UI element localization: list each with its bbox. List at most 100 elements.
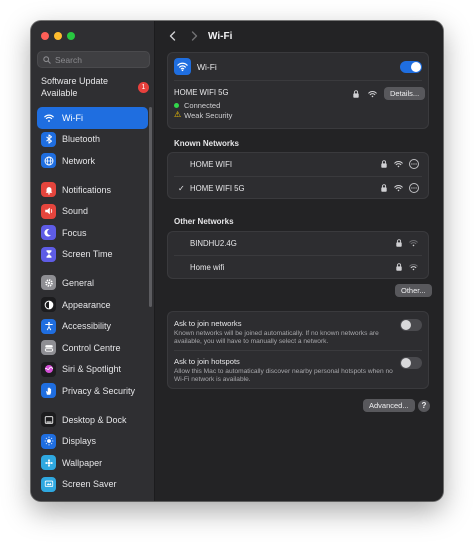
search-field[interactable] (37, 51, 150, 68)
siri-icon (41, 361, 56, 377)
sidebar: Software Update Available 1 Wi-Fi Bluetoo… (31, 21, 155, 501)
ask-join-hotspots-row: Ask to join hotspots Allow this Mac to a… (168, 351, 428, 389)
forward-button[interactable] (186, 28, 202, 44)
sidebar-item-label: Siri & Spotlight (62, 364, 122, 375)
sidebar-item-general[interactable]: General (37, 272, 148, 294)
sidebar-item-label: General (62, 277, 95, 288)
wifi-toggle-label: Wi-Fi (197, 61, 217, 72)
sidebar-item-label: Focus (62, 227, 87, 238)
current-network-row: HOME WIFI 5G Connected ⚠ Weak Security De… (168, 81, 428, 130)
sidebar-item-wallpaper[interactable]: Wallpaper (37, 452, 148, 474)
sidebar-item-label: Network (62, 155, 96, 166)
wifi-signal-icon (394, 160, 403, 168)
sidebar-item-label: Screen Time (62, 249, 113, 260)
settings-window: Software Update Available 1 Wi-Fi Bluetoo… (31, 21, 443, 501)
sidebar-item-screen-saver[interactable]: Screen Saver (37, 474, 148, 496)
known-network-row[interactable]: ✓ HOME WIFI 5G (168, 177, 428, 200)
window-controls (41, 32, 75, 40)
sidebar-item-label: Desktop & Dock (62, 414, 127, 425)
lock-icon (381, 184, 387, 192)
search-input[interactable] (55, 54, 145, 65)
sidebar-item-wi-fi[interactable]: Wi-Fi (37, 107, 148, 129)
ask-join-hotspots-title: Ask to join hotspots (174, 357, 240, 366)
sidebar-item-label: Control Centre (62, 342, 121, 353)
ask-join-networks-toggle[interactable] (400, 319, 422, 331)
sidebar-item-focus[interactable]: Focus (37, 222, 148, 244)
toolbar: Wi-Fi (155, 21, 443, 51)
security-warning-text: Weak Security (184, 110, 233, 120)
chevron-left-icon (169, 31, 175, 41)
ask-join-hotspots-toggle[interactable] (400, 357, 422, 369)
sidebar-item-accessibility[interactable]: Accessibility (37, 315, 148, 337)
other-networks-panel: BINDHU2.4G Home wifi (167, 231, 429, 279)
security-warning: ⚠ Weak Security (174, 110, 232, 120)
other-networks-title: Other Networks (174, 217, 234, 226)
hand-icon (41, 383, 56, 399)
sidebar-item-control-centre[interactable]: Control Centre (37, 337, 148, 359)
wifi-signal-icon (394, 184, 403, 192)
help-button[interactable]: ? (418, 400, 430, 412)
checkmark-icon: ✓ (178, 184, 185, 193)
sidebar-item-label: Displays (62, 436, 97, 447)
sidebar-list: Wi-Fi Bluetooth Network Notifications Sound F… (37, 107, 148, 495)
lock-icon (381, 160, 387, 168)
ask-join-networks-desc: Known networks will be joined automatica… (174, 330, 379, 346)
other-network-row[interactable]: Home wifi (168, 256, 428, 279)
update-count-badge: 1 (138, 82, 149, 93)
advanced-button[interactable]: Advanced... (363, 399, 415, 412)
connected-dot-icon (174, 102, 179, 108)
sidebar-item-appearance[interactable]: Appearance (37, 294, 148, 316)
other-network-name: BINDHU2.4G (190, 239, 237, 248)
ask-join-networks-title: Ask to join networks (174, 319, 242, 328)
main-pane: Wi-Fi Wi-Fi HOME WIFI 5G Connected ⚠ Weak… (155, 21, 443, 501)
known-networks-panel: HOME WIFI ✓ HOME WIFI 5G (167, 152, 429, 199)
gear-icon (41, 275, 56, 291)
ask-join-networks-row: Ask to join networks Known networks will… (168, 312, 428, 350)
sidebar-item-label: Screen Saver (62, 479, 117, 490)
sidebar-item-desktop-and-dock[interactable]: Desktop & Dock (37, 409, 148, 431)
software-update-label: Software Update Available (41, 76, 109, 98)
lock-icon (396, 239, 402, 247)
join-options-panel: Ask to join networks Known networks will… (167, 311, 429, 389)
more-options-button[interactable] (409, 159, 419, 169)
software-update-item[interactable]: Software Update Available 1 (41, 76, 149, 102)
speaker-icon (41, 203, 56, 219)
bell-icon (41, 182, 56, 198)
sidebar-item-network[interactable]: Network (37, 150, 148, 172)
back-button[interactable] (164, 28, 180, 44)
sidebar-item-screen-time[interactable]: Screen Time (37, 244, 148, 266)
lock-icon (396, 263, 402, 271)
search-icon (43, 55, 51, 64)
wifi-icon (41, 110, 56, 126)
chevron-right-icon (191, 31, 197, 41)
close-window-button[interactable] (41, 32, 49, 40)
other-network-name: Home wifi (190, 263, 225, 272)
known-network-name: HOME WIFI (190, 160, 233, 169)
sun-icon (41, 433, 56, 449)
zoom-window-button[interactable] (67, 32, 75, 40)
sidebar-item-privacy-and-security[interactable]: Privacy & Security (37, 380, 148, 402)
sidebar-item-siri-and-spotlight[interactable]: Siri & Spotlight (37, 359, 148, 381)
sidebar-scrollbar[interactable] (149, 107, 152, 307)
sidebar-item-label: Wallpaper (62, 457, 103, 468)
wifi-signal-icon (409, 239, 418, 247)
warning-icon: ⚠ (174, 110, 182, 119)
more-options-button[interactable] (409, 183, 419, 193)
other-button[interactable]: Other... (395, 284, 432, 297)
sidebar-item-displays[interactable]: Displays (37, 430, 148, 452)
sidebar-item-bluetooth[interactable]: Bluetooth (37, 129, 148, 151)
other-network-row[interactable]: BINDHU2.4G (168, 232, 428, 255)
sidebar-item-label: Bluetooth (62, 134, 101, 145)
known-network-row[interactable]: HOME WIFI (168, 153, 428, 176)
details-button[interactable]: Details... (384, 87, 426, 100)
sidebar-item-label: Privacy & Security (62, 385, 136, 396)
minimize-window-button[interactable] (54, 32, 62, 40)
appearance-icon (41, 297, 56, 313)
wifi-toggle[interactable] (400, 60, 422, 73)
ask-join-hotspots-desc: Allow this Mac to automatically discover… (174, 368, 393, 384)
sidebar-item-notifications[interactable]: Notifications (37, 179, 148, 201)
sidebar-item-sound[interactable]: Sound (37, 200, 148, 222)
